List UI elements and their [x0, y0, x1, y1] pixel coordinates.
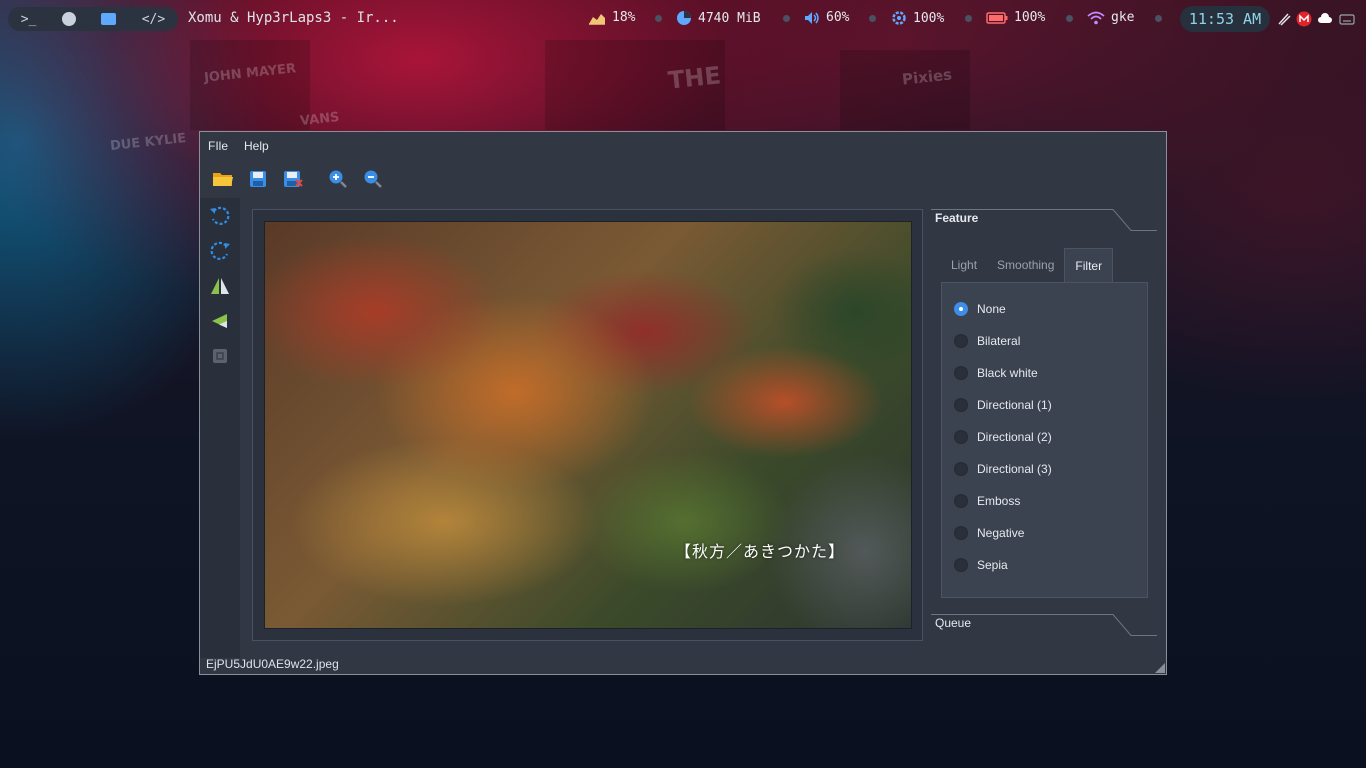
zoom-out-icon[interactable]: [360, 166, 386, 192]
active-window-title: Xomu & Hyp3rLaps3 - Ir...: [188, 10, 399, 26]
filter-option-bilateral[interactable]: Bilateral: [954, 331, 1020, 351]
cpu-stat: 18%: [588, 10, 635, 25]
crop-icon[interactable]: [200, 338, 240, 373]
radio-button[interactable]: [954, 334, 968, 348]
status-filename: EjPU5JdU0AE9w22.jpeg: [206, 657, 339, 671]
radio-button[interactable]: [954, 398, 968, 412]
filter-option-sepia[interactable]: Sepia: [954, 555, 1008, 575]
separator-dot: [655, 15, 662, 22]
wallpaper-text: DUE KYLIE: [109, 131, 187, 154]
radio-button[interactable]: [954, 494, 968, 508]
launcher: >_ </>: [8, 7, 178, 31]
image-canvas[interactable]: 【秋方／あきつかた】: [252, 209, 923, 641]
save-as-icon[interactable]: [280, 166, 306, 192]
tab-light[interactable]: Light: [941, 248, 987, 282]
wallpaper-text: THE: [666, 61, 723, 95]
tool-sidebar: [200, 198, 240, 658]
battery-stat: 100%: [986, 10, 1045, 25]
menu-bar: FIle Help: [200, 132, 1166, 160]
image-editor-window: FIle Help 【秋方／あきつかた】 Feature Light Smoot…: [199, 131, 1167, 675]
volume-stat[interactable]: 60%: [804, 10, 849, 25]
filter-option-negative[interactable]: Negative: [954, 523, 1024, 543]
filter-option-directional-2[interactable]: Directional (2): [954, 427, 1052, 447]
open-folder-icon[interactable]: [210, 166, 236, 192]
queue-title: Queue: [935, 616, 972, 630]
separator-dot: [1066, 15, 1073, 22]
cloud-tray-icon[interactable]: [1317, 11, 1333, 27]
radio-button[interactable]: [954, 526, 968, 540]
pen-tray-icon[interactable]: [1276, 11, 1292, 27]
radio-button[interactable]: [954, 302, 968, 316]
queue-panel-header: Queue: [931, 614, 1157, 636]
clock[interactable]: 11:53 AM: [1180, 6, 1270, 32]
separator-dot: [783, 15, 790, 22]
keyboard-tray-icon[interactable]: [1339, 11, 1355, 27]
filter-option-label: None: [977, 302, 1006, 316]
rotate-right-icon[interactable]: [200, 233, 240, 268]
wifi-icon: [1087, 11, 1105, 24]
wifi-network-name: gke: [1111, 10, 1135, 25]
code-icon[interactable]: </>: [142, 12, 165, 27]
mail-tray-icon[interactable]: [1296, 11, 1312, 27]
folder-icon[interactable]: [101, 13, 117, 25]
filter-option-label: Sepia: [977, 558, 1008, 572]
separator-dot: [965, 15, 972, 22]
gear-icon: [892, 11, 906, 25]
menu-file[interactable]: FIle: [208, 139, 228, 153]
radio-button[interactable]: [954, 430, 968, 444]
filter-option-label: Directional (1): [977, 398, 1052, 412]
flip-vertical-icon[interactable]: [200, 303, 240, 338]
wifi-stat[interactable]: gke: [1087, 10, 1134, 25]
battery-icon: [986, 11, 1008, 24]
menu-help[interactable]: Help: [244, 139, 269, 153]
separator-dot: [1155, 15, 1162, 22]
radio-button[interactable]: [954, 558, 968, 572]
firefox-icon[interactable]: [61, 12, 76, 26]
memory-stat: 4740 MiB: [676, 10, 761, 26]
memory-value: 4740 MiB: [698, 10, 761, 26]
filter-option-directional-1[interactable]: Directional (1): [954, 395, 1052, 415]
flip-horizontal-icon[interactable]: [200, 268, 240, 303]
image-caption: 【秋方／あきつかた】: [675, 542, 846, 561]
radio-button[interactable]: [954, 462, 968, 476]
filter-option-black-white[interactable]: Black white: [954, 363, 1038, 383]
cpu-chart-icon: [589, 13, 605, 25]
filter-option-label: Black white: [977, 366, 1038, 380]
brightness-stat[interactable]: 100%: [891, 10, 944, 26]
volume-value: 60%: [826, 10, 850, 25]
image-preview[interactable]: 【秋方／あきつかた】: [264, 221, 912, 629]
filter-option-directional-3[interactable]: Directional (3): [954, 459, 1052, 479]
separator-dot: [869, 15, 876, 22]
cpu-value: 18%: [612, 10, 636, 25]
speaker-icon: [805, 11, 819, 24]
zoom-in-icon[interactable]: [325, 166, 351, 192]
filter-option-label: Bilateral: [977, 334, 1021, 348]
brightness-value: 100%: [913, 10, 945, 26]
radio-button[interactable]: [954, 366, 968, 380]
filter-option-label: Negative: [977, 526, 1025, 540]
filter-option-label: Directional (3): [977, 462, 1052, 476]
save-icon[interactable]: [245, 166, 271, 192]
resize-grip[interactable]: [1155, 663, 1165, 673]
tab-smoothing[interactable]: Smoothing: [987, 248, 1064, 282]
feature-panel-header: Feature: [931, 209, 1157, 231]
rotate-left-icon[interactable]: [200, 198, 240, 233]
toolbar: [200, 160, 1166, 198]
filter-option-none[interactable]: None: [954, 299, 1006, 319]
filter-option-emboss[interactable]: Emboss: [954, 491, 1020, 511]
memory-pie-icon: [677, 11, 691, 25]
wallpaper-poster: [840, 50, 970, 130]
battery-value: 100%: [1014, 10, 1046, 25]
feature-tabs: Light Smoothing Filter: [941, 248, 1148, 282]
filter-option-label: Emboss: [977, 494, 1021, 508]
filter-option-label: Directional (2): [977, 430, 1052, 444]
terminal-icon[interactable]: >_: [21, 12, 37, 27]
wallpaper-text: VANS: [299, 109, 341, 130]
filter-options: None Bilateral Black white Directional (…: [941, 282, 1148, 598]
feature-title: Feature: [935, 211, 979, 225]
top-bar: >_ </> Xomu & Hyp3rLaps3 - Ir... 18% 474…: [0, 0, 1366, 38]
tab-filter[interactable]: Filter: [1064, 248, 1114, 282]
